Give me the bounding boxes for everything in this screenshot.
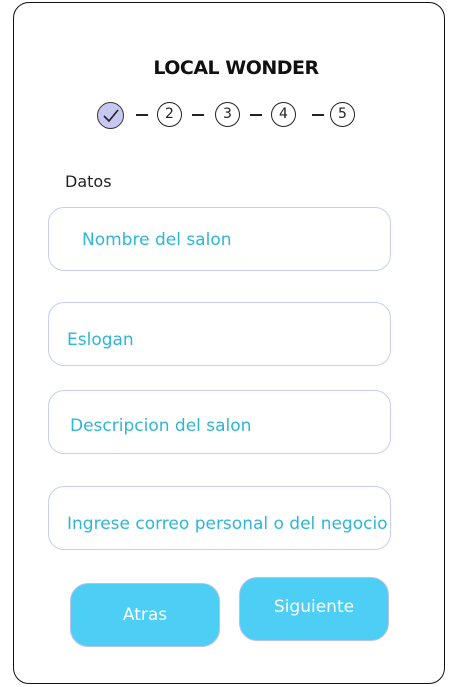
salon-name-placeholder: Nombre del salon xyxy=(82,230,232,250)
app-title: LOCAL WONDER xyxy=(153,57,319,79)
email-placeholder: Ingrese correo personal o del negocio xyxy=(67,514,388,534)
next-button[interactable]: Siguiente xyxy=(239,577,389,641)
check-icon xyxy=(103,109,119,123)
step-2[interactable]: 2 xyxy=(157,102,182,127)
salon-name-field[interactable]: Nombre del salon xyxy=(48,207,391,271)
description-placeholder: Descripcion del salon xyxy=(70,416,252,436)
step-connector xyxy=(250,114,262,116)
step-connector xyxy=(192,114,204,116)
step-5[interactable]: 5 xyxy=(330,102,355,127)
email-field[interactable]: Ingrese correo personal o del negocio xyxy=(48,486,391,550)
step-connector xyxy=(136,114,148,116)
description-field[interactable]: Descripcion del salon xyxy=(48,390,391,454)
section-label: Datos xyxy=(65,172,112,191)
back-button[interactable]: Atras xyxy=(70,583,220,647)
step-3[interactable]: 3 xyxy=(215,102,240,127)
step-1-completed[interactable] xyxy=(97,102,124,129)
slogan-field[interactable]: Eslogan xyxy=(48,302,391,366)
progress-stepper: 2 3 4 5 xyxy=(97,102,367,130)
slogan-placeholder: Eslogan xyxy=(67,330,134,350)
step-4[interactable]: 4 xyxy=(271,102,296,127)
step-connector xyxy=(312,114,324,116)
